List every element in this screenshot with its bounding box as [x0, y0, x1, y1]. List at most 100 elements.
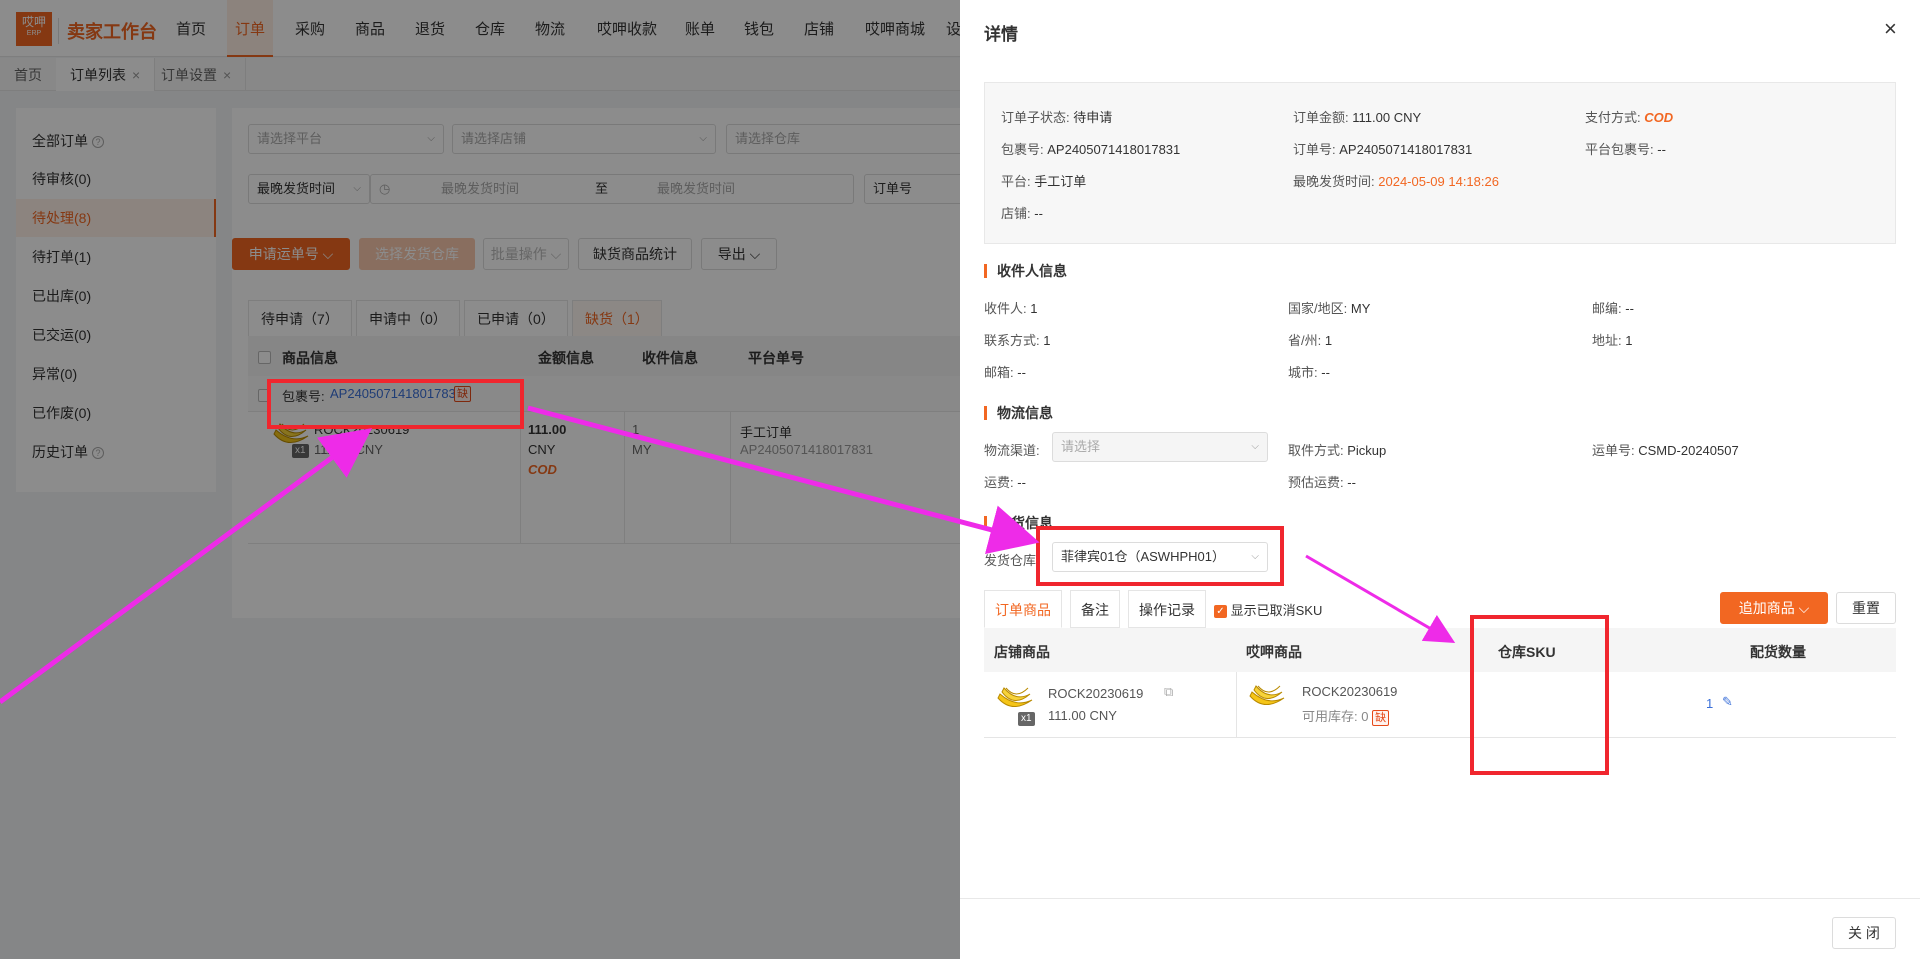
field-label: 平台包裹号: [1585, 142, 1654, 157]
latest-ship-time-field: 最晚发货时间: 2024-05-09 14:18:26 [1293, 171, 1499, 190]
show-cancelled-toggle[interactable]: ✓ 显示已取消SKU [1214, 600, 1322, 619]
field-value: -- [1017, 475, 1026, 490]
add-product-button[interactable]: 追加商品 ⌵ [1720, 592, 1828, 624]
allocation-qty: 1 [1706, 696, 1714, 711]
field-value: AP2405071418017831 [1339, 142, 1473, 157]
shop-price: 111.00 CNY [1048, 708, 1117, 723]
province-field: 省/州: 1 [1288, 330, 1332, 349]
field-label: 支付方式: [1585, 110, 1641, 125]
annotation-box-warehouse [1036, 526, 1284, 586]
column-divider [1236, 672, 1237, 738]
field-value: -- [1625, 301, 1634, 316]
payment-method-field: 支付方式: COD [1585, 107, 1673, 126]
field-value: COD [1644, 110, 1674, 125]
field-value: 1 [1324, 333, 1333, 348]
ship-warehouse-label: 发货仓库 [984, 550, 1036, 569]
field-value: 0 [1361, 709, 1369, 724]
order-summary-box: 订单子状态: 待申请 订单金额: 111.00 CNY 支付方式: COD 包裹… [984, 82, 1896, 244]
field-label: 订单子状态: [1001, 110, 1070, 125]
close-icon[interactable]: × [1884, 16, 1897, 42]
field-label: 订单号: [1293, 142, 1336, 157]
field-value: Pickup [1347, 443, 1387, 458]
logistics-channel-select[interactable]: 请选择 ⌵ [1052, 432, 1268, 462]
checkbox-checked-icon[interactable]: ✓ [1214, 605, 1227, 619]
annotation-box-warehouse-sku [1470, 615, 1609, 775]
column-header: 哎呷商品 [1246, 644, 1302, 660]
field-value: -- [1017, 365, 1026, 380]
channel-label: 物流渠道: [984, 440, 1040, 459]
field-label: 订单金额: [1293, 110, 1349, 125]
field-label: 联系方式: [984, 333, 1040, 348]
field-label: 发货仓库 [984, 553, 1037, 568]
field-value: 1 [1625, 333, 1633, 348]
items-table-header: 店铺商品 哎呷商品 仓库SKU 配货数量 [984, 628, 1896, 672]
close-button[interactable]: 关 闭 [1832, 917, 1896, 949]
field-label: 收件人: [984, 301, 1027, 316]
field-label: 运费: [984, 475, 1014, 490]
qty-badge: x1 [1018, 712, 1035, 726]
field-label: 物流渠道: [984, 443, 1040, 458]
shortage-badge: 缺 [1372, 710, 1390, 726]
chevron-down-icon: ⌵ [1251, 441, 1259, 452]
field-label: 省/州: [1288, 333, 1322, 348]
field-value: -- [1347, 475, 1356, 490]
column-header: 配货数量 [1750, 644, 1806, 660]
column-header: 店铺商品 [994, 644, 1050, 660]
receiver-name-field: 收件人: 1 [984, 298, 1037, 317]
drawer-footer: 关 闭 [960, 898, 1920, 959]
platform-package-field: 平台包裹号: -- [1585, 139, 1666, 158]
tab-remarks[interactable]: 备注 [1070, 590, 1120, 628]
field-value: -- [1034, 206, 1043, 221]
field-label: 城市: [1288, 365, 1318, 380]
field-label: 最晚发货时间: [1293, 174, 1375, 189]
pickup-field: 取件方式: Pickup [1288, 440, 1386, 459]
field-value: 111.00 CNY [1352, 110, 1422, 125]
banana-product-image [1249, 685, 1285, 705]
field-value: 手工订单 [1034, 174, 1087, 189]
ay-sku: ROCK20230619 [1302, 684, 1398, 699]
field-label: 可用库存: [1302, 709, 1358, 724]
field-value: AP2405071418017831 [1047, 142, 1181, 157]
reset-button[interactable]: 重置 [1836, 592, 1896, 624]
tab-order-items[interactable]: 订单商品 [984, 590, 1062, 628]
field-label: 运单号: [1592, 443, 1635, 458]
drawer-title: 详情 [984, 25, 1018, 44]
email-field: 邮箱: -- [984, 362, 1026, 381]
available-stock: 可用库存: 0 缺 [1302, 706, 1390, 726]
button-label: 追加商品 [1738, 600, 1795, 616]
field-value: MY [1350, 301, 1371, 316]
country-field: 国家/地区: MY [1288, 298, 1370, 317]
shop-sku: ROCK20230619 [1048, 686, 1144, 701]
field-value: 1 [1030, 301, 1038, 316]
select-placeholder: 请选择 [1061, 439, 1101, 454]
substatus-field: 订单子状态: 待申请 [1001, 107, 1112, 126]
package-no-field: 包裹号: AP2405071418017831 [1001, 139, 1180, 158]
field-value: 2024-05-09 14:18:26 [1378, 174, 1499, 189]
checkbox-label: 显示已取消SKU [1230, 603, 1323, 618]
field-label: 包裹号: [1001, 142, 1044, 157]
city-field: 城市: -- [1288, 362, 1330, 381]
field-value: CSMD-20240507 [1638, 443, 1739, 458]
estimated-fee-field: 预估运费: -- [1288, 472, 1356, 491]
annotation-box-package [267, 379, 524, 429]
address-field: 地址: 1 [1592, 330, 1632, 349]
field-label: 取件方式: [1288, 443, 1344, 458]
field-value: 1 [1043, 333, 1051, 348]
field-label: 地址: [1592, 333, 1622, 348]
shop-field: 店铺: -- [1001, 203, 1043, 222]
copy-icon[interactable]: ⧉ [1164, 684, 1173, 700]
field-value: -- [1321, 365, 1330, 380]
fee-field: 运费: -- [984, 472, 1026, 491]
field-label: 平台: [1001, 174, 1031, 189]
field-value: -- [1657, 142, 1666, 157]
order-detail-drawer: 详情 × 订单子状态: 待申请 订单金额: 111.00 CNY 支付方式: C… [960, 0, 1920, 959]
section-title-receiver: 收件人信息 [984, 264, 1067, 278]
edit-icon[interactable]: ✎ [1722, 694, 1733, 710]
field-label: 邮编: [1592, 301, 1622, 316]
section-title-logistics: 物流信息 [984, 406, 1053, 420]
table-row: x1 ROCK20230619 ⧉ 111.00 CNY ROCK2023061… [984, 672, 1896, 738]
tab-operation-log[interactable]: 操作记录 [1128, 590, 1206, 628]
zip-field: 邮编: -- [1592, 298, 1634, 317]
order-amount-field: 订单金额: 111.00 CNY [1293, 107, 1421, 126]
platform-field: 平台: 手工订单 [1001, 171, 1086, 190]
